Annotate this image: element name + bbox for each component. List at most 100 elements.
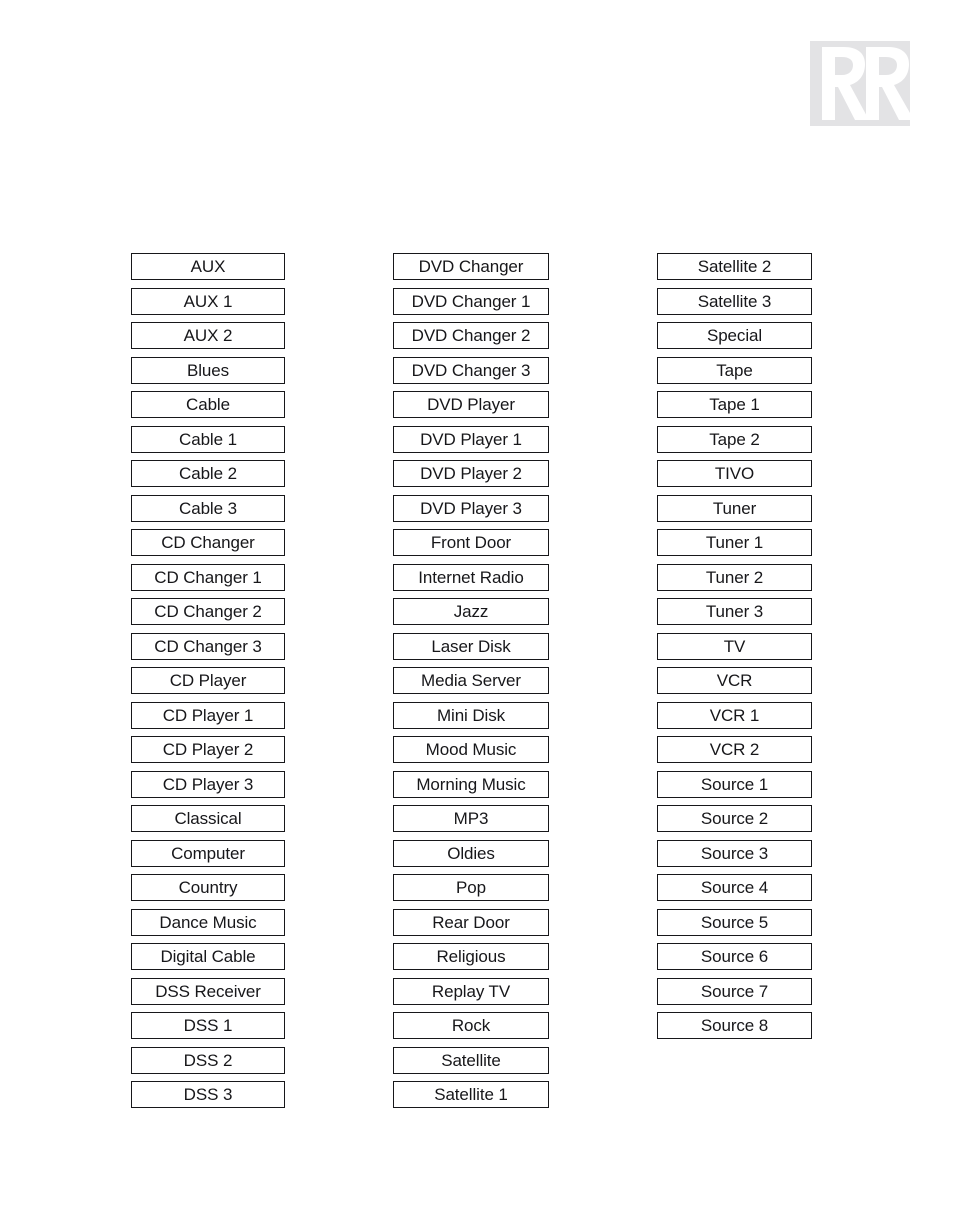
source-name-label: CD Changer 3	[154, 636, 262, 656]
source-name-box[interactable]: CD Player 3	[131, 770, 285, 798]
source-name-box[interactable]: CD Player 1	[131, 701, 285, 729]
source-name-label: CD Changer 1	[154, 567, 262, 587]
source-name-box[interactable]: Special	[657, 322, 812, 349]
source-name-box[interactable]: Tuner 3	[657, 598, 812, 625]
source-name-box[interactable]: CD Player	[131, 667, 285, 694]
source-name-label: Country	[178, 878, 238, 897]
source-name-box[interactable]: Satellite	[393, 1046, 549, 1074]
source-name-box[interactable]: VCR 2	[657, 736, 812, 763]
source-name-box[interactable]: Cable 2	[131, 460, 285, 487]
source-name-box[interactable]: AUX 2	[131, 322, 285, 349]
source-name-box[interactable]: DVD Changer	[393, 253, 549, 280]
source-name-label: Tape 2	[709, 429, 760, 449]
source-name-box[interactable]: Source 1	[657, 770, 812, 798]
source-name-box[interactable]: Front Door	[393, 529, 549, 556]
source-name-box[interactable]: Dance Music	[131, 908, 285, 936]
source-name-box[interactable]: Pop	[393, 874, 549, 901]
source-name-box[interactable]: Rock	[393, 1012, 549, 1039]
source-name-box[interactable]: Source 8	[657, 1012, 812, 1039]
source-name-box[interactable]: Religious	[393, 943, 549, 970]
source-name-box[interactable]: Oldies	[393, 839, 549, 867]
source-name-label: Mood Music	[425, 740, 517, 759]
source-name-box[interactable]: Cable 3	[131, 494, 285, 522]
source-name-box[interactable]: DVD Player 3	[393, 494, 549, 522]
source-name-box[interactable]: Mini Disk	[393, 701, 549, 729]
source-name-box[interactable]: Cable	[131, 391, 285, 418]
source-name-box[interactable]: Morning Music	[393, 770, 549, 798]
source-name-box[interactable]: Source 5	[657, 908, 812, 936]
source-name-box[interactable]: Computer	[131, 839, 285, 867]
source-name-box[interactable]: DVD Player	[393, 391, 549, 418]
source-name-box[interactable]: CD Changer	[131, 529, 285, 556]
source-name-label: Religious	[436, 947, 506, 966]
source-name-label: Dance Music	[159, 912, 257, 932]
source-name-box[interactable]: Source 2	[657, 805, 812, 832]
source-name-box[interactable]: DVD Player 1	[393, 425, 549, 453]
source-name-box[interactable]: Tape	[657, 356, 812, 384]
source-name-box[interactable]: DVD Changer 1	[393, 287, 549, 315]
source-name-box[interactable]: DSS 1	[131, 1012, 285, 1039]
source-name-box[interactable]: VCR	[657, 667, 812, 694]
source-name-box[interactable]: DSS 2	[131, 1046, 285, 1074]
source-name-label: DSS Receiver	[155, 981, 261, 1001]
source-name-box[interactable]: MP3	[393, 805, 549, 832]
source-name-box[interactable]: Tuner	[657, 494, 812, 522]
source-name-box[interactable]: Rear Door	[393, 908, 549, 936]
source-name-box[interactable]: Satellite 2	[657, 253, 812, 280]
source-name-label: Laser Disk	[431, 636, 511, 656]
source-name-label: Source 3	[700, 843, 769, 863]
source-name-box[interactable]: Tuner 2	[657, 563, 812, 591]
source-name-label: Front Door	[430, 533, 512, 552]
source-name-box[interactable]: AUX 1	[131, 287, 285, 315]
source-name-box[interactable]: Blues	[131, 356, 285, 384]
source-name-box[interactable]: Tuner 1	[657, 529, 812, 556]
source-name-box[interactable]: Laser Disk	[393, 632, 549, 660]
source-name-label: Tape	[716, 360, 753, 380]
source-name-box[interactable]: CD Changer 2	[131, 598, 285, 625]
source-name-label: DVD Changer 3	[411, 360, 531, 380]
source-name-box[interactable]: Internet Radio	[393, 563, 549, 591]
source-name-box[interactable]: Media Server	[393, 667, 549, 694]
source-name-label: Pop	[456, 878, 486, 897]
source-name-box[interactable]: Replay TV	[393, 977, 549, 1005]
source-name-box[interactable]: CD Changer 1	[131, 563, 285, 591]
source-name-box[interactable]: TIVO	[657, 460, 812, 487]
source-name-box[interactable]: CD Player 2	[131, 736, 285, 763]
source-name-box[interactable]: Source 6	[657, 943, 812, 970]
source-name-label: Computer	[171, 843, 245, 863]
source-name-box[interactable]: TV	[657, 632, 812, 660]
source-name-box[interactable]: Jazz	[393, 598, 549, 625]
source-name-label: DVD Changer	[418, 257, 524, 276]
source-name-box[interactable]: DSS Receiver	[131, 977, 285, 1005]
source-name-box[interactable]: Tape 1	[657, 391, 812, 418]
source-name-box[interactable]: AUX	[131, 253, 285, 280]
source-name-box[interactable]: DVD Changer 2	[393, 322, 549, 349]
source-name-box[interactable]: Source 7	[657, 977, 812, 1005]
source-name-label: DSS 3	[183, 1085, 233, 1104]
source-name-label: Classical	[174, 809, 242, 828]
source-name-label: DSS 1	[183, 1016, 233, 1035]
source-name-box[interactable]: Source 4	[657, 874, 812, 901]
source-name-label: TIVO	[714, 464, 755, 483]
source-name-box[interactable]: Satellite 1	[393, 1081, 549, 1108]
source-name-box[interactable]: Source 3	[657, 839, 812, 867]
source-name-label: Cable 1	[179, 429, 237, 449]
source-name-box[interactable]: Cable 1	[131, 425, 285, 453]
source-name-box[interactable]: Classical	[131, 805, 285, 832]
source-name-label: CD Player 3	[162, 774, 254, 794]
source-name-label: AUX	[190, 257, 226, 276]
source-name-label: Tuner 3	[705, 602, 764, 621]
source-column-3: Satellite 2 Satellite 3 Special Tape Tape 1 T…	[657, 253, 812, 1047]
source-name-label: CD Player	[169, 671, 247, 690]
source-name-box[interactable]: VCR 1	[657, 701, 812, 729]
source-name-box[interactable]: Country	[131, 874, 285, 901]
source-name-box[interactable]: Satellite 3	[657, 287, 812, 315]
source-name-box[interactable]: DVD Player 2	[393, 460, 549, 487]
source-name-box[interactable]: DVD Changer 3	[393, 356, 549, 384]
source-name-label: Rear Door	[432, 912, 510, 932]
source-name-box[interactable]: DSS 3	[131, 1081, 285, 1108]
source-name-box[interactable]: Mood Music	[393, 736, 549, 763]
source-name-box[interactable]: CD Changer 3	[131, 632, 285, 660]
source-name-box[interactable]: Tape 2	[657, 425, 812, 453]
source-name-box[interactable]: Digital Cable	[131, 943, 285, 970]
